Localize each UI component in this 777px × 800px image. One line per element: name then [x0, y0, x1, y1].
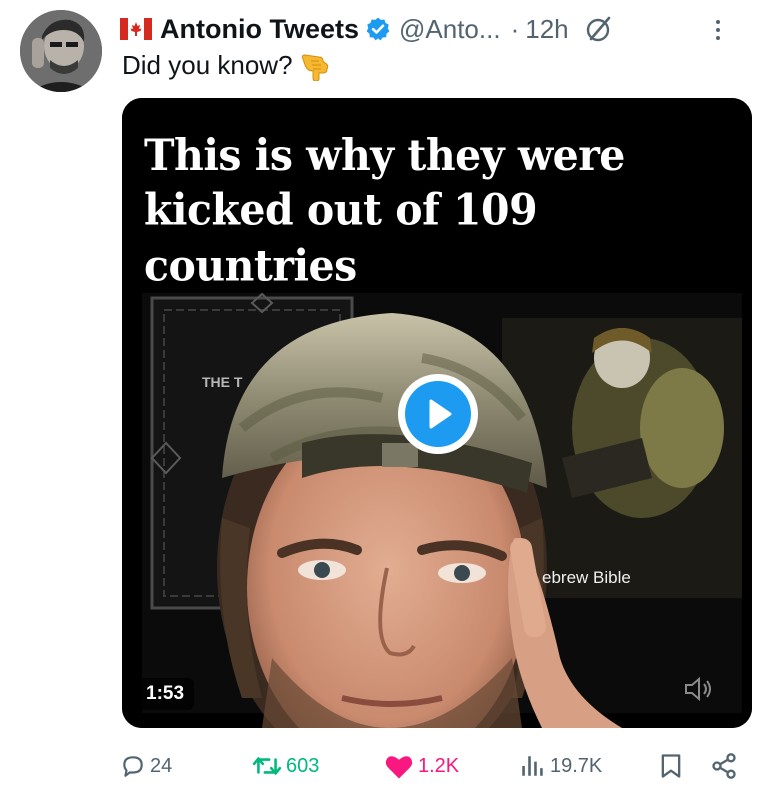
verified-badge-icon [366, 17, 390, 41]
repost-count: 603 [286, 754, 320, 777]
more-options-icon[interactable] [713, 14, 723, 46]
author-handle[interactable]: @Anto... [399, 14, 501, 45]
bookmark-icon [661, 754, 681, 778]
header-separator: · [510, 13, 520, 44]
views-button[interactable]: 19.7K [518, 746, 602, 786]
painting-label: ebrew Bible [542, 568, 631, 587]
video-caption: This is why they were kicked out of 109 … [144, 130, 625, 291]
tweet-action-bar: 24 603 1.2K 19.7K [120, 746, 740, 786]
like-count: 1.2K [418, 754, 460, 777]
reply-icon [123, 756, 143, 777]
author-avatar[interactable] [20, 10, 102, 92]
pointing-hand-emoji [301, 53, 328, 81]
heart-icon [385, 756, 413, 779]
reply-button[interactable]: 24 [120, 746, 172, 786]
share-button[interactable] [710, 746, 742, 786]
tweet-timestamp[interactable]: 12h [525, 14, 568, 45]
bookmark-button[interactable] [658, 746, 688, 786]
book-cover-label: THE T [202, 374, 243, 390]
canada-flag-icon [120, 18, 152, 40]
play-button-inner [405, 381, 471, 447]
views-count: 19.7K [550, 754, 603, 777]
repost-icon [252, 757, 282, 775]
video-duration: 1:53 [136, 678, 195, 710]
video-player[interactable]: This is why they were kicked out of 109 … [122, 98, 752, 728]
play-icon [429, 399, 452, 429]
reply-count: 24 [150, 754, 173, 777]
share-icon [712, 753, 736, 779]
play-button[interactable] [398, 374, 478, 454]
tweet-text: Did you know? [122, 50, 331, 81]
avatar-image [20, 10, 102, 92]
repost-button[interactable]: 603 [252, 746, 319, 786]
grok-icon[interactable] [585, 15, 613, 43]
like-button[interactable]: 1.2K [384, 746, 459, 786]
author-name[interactable]: Antonio Tweets [160, 14, 359, 45]
tweet-header: Antonio Tweets @Anto... · 12h [120, 12, 757, 46]
volume-icon[interactable] [682, 674, 716, 704]
tweet-body: Did you know? [122, 50, 293, 80]
views-icon [522, 756, 543, 776]
